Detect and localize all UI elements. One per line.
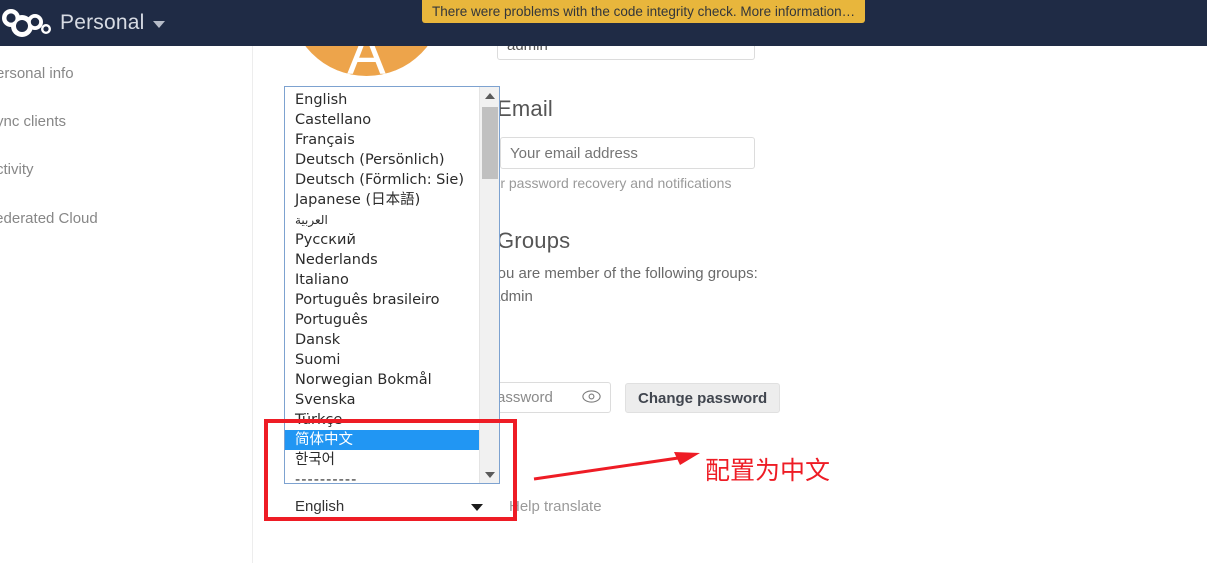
sidebar-item-sync-clients[interactable]: Sync clients xyxy=(0,106,239,136)
annotation-arrow xyxy=(533,452,700,481)
language-option[interactable]: Castellano xyxy=(285,110,479,130)
listbox-scrollbar[interactable] xyxy=(479,87,499,483)
language-option[interactable]: Nederlands xyxy=(285,250,479,270)
language-option[interactable]: Deutsch (Förmlich: Sie) xyxy=(285,170,479,190)
chevron-down-icon xyxy=(153,21,166,28)
language-option[interactable]: Français xyxy=(285,130,479,150)
header-account-menu[interactable]: Personal xyxy=(60,0,166,46)
language-option[interactable]: Suomi xyxy=(285,350,479,370)
language-option[interactable]: Italiano xyxy=(285,270,479,290)
language-option[interactable]: Português brasileiro xyxy=(285,290,479,310)
email-section-heading: Email xyxy=(497,96,554,121)
header-title: Personal xyxy=(60,11,145,34)
sidebar-item-label: Federated Cloud xyxy=(0,209,98,227)
warning-message: There were problems with the code integr… xyxy=(432,4,856,19)
email-hint-text: For password recovery and notifications xyxy=(484,175,732,191)
annotation-text: 配置为中文 xyxy=(705,456,831,485)
language-option[interactable]: Norwegian Bokmål xyxy=(285,370,479,390)
language-option[interactable]: العربية xyxy=(285,210,479,230)
language-option-separator[interactable]: ---------- xyxy=(285,470,479,483)
language-option[interactable]: Türkçe xyxy=(285,410,479,430)
sidebar-item-personal-info[interactable]: Personal info xyxy=(0,58,239,88)
sidebar-item-label: Sync clients xyxy=(0,112,67,130)
code-integrity-warning-banner[interactable]: There were problems with the code integr… xyxy=(422,0,866,23)
sidebar-item-federated-cloud[interactable]: Federated Cloud xyxy=(0,203,239,233)
scroll-up-arrow-icon[interactable] xyxy=(480,87,500,104)
change-password-button[interactable]: Change password xyxy=(625,383,781,413)
language-listbox[interactable]: English Castellano Français Deutsch (Per… xyxy=(284,86,500,484)
language-option-list[interactable]: English Castellano Français Deutsch (Per… xyxy=(285,87,479,483)
language-option[interactable]: Dansk xyxy=(285,330,479,350)
chevron-down-icon xyxy=(471,504,483,511)
language-option[interactable]: Deutsch (Persönlich) xyxy=(285,150,479,170)
sidebar-item-label: Activity xyxy=(0,160,34,178)
eye-icon[interactable] xyxy=(582,390,601,407)
language-option[interactable]: English xyxy=(285,90,479,110)
language-option[interactable]: Svenska xyxy=(285,390,479,410)
sidebar-item-activity[interactable]: Activity xyxy=(0,154,239,184)
language-option[interactable]: Japanese (日本語) xyxy=(285,190,479,210)
groups-section-heading: Groups xyxy=(497,228,571,253)
language-option[interactable]: 한국어 xyxy=(285,450,479,470)
language-select-value: English xyxy=(295,497,345,515)
scrollbar-thumb[interactable] xyxy=(482,107,498,179)
language-option[interactable]: Русский xyxy=(285,230,479,250)
nextcloud-logo-icon[interactable] xyxy=(2,0,54,46)
sidebar-item-label: Personal info xyxy=(0,64,74,82)
groups-description: You are member of the following groups: xyxy=(489,265,758,282)
language-option[interactable]: Português xyxy=(285,310,479,330)
sidebar: Personal info Sync clients Activity Fede… xyxy=(0,46,253,563)
help-translate-link[interactable]: Help translate xyxy=(509,498,602,515)
scroll-down-arrow-icon[interactable] xyxy=(480,466,500,483)
language-option-selected[interactable]: 简体中文 xyxy=(285,430,479,450)
email-input[interactable] xyxy=(500,137,755,169)
language-select[interactable]: English xyxy=(284,493,500,519)
